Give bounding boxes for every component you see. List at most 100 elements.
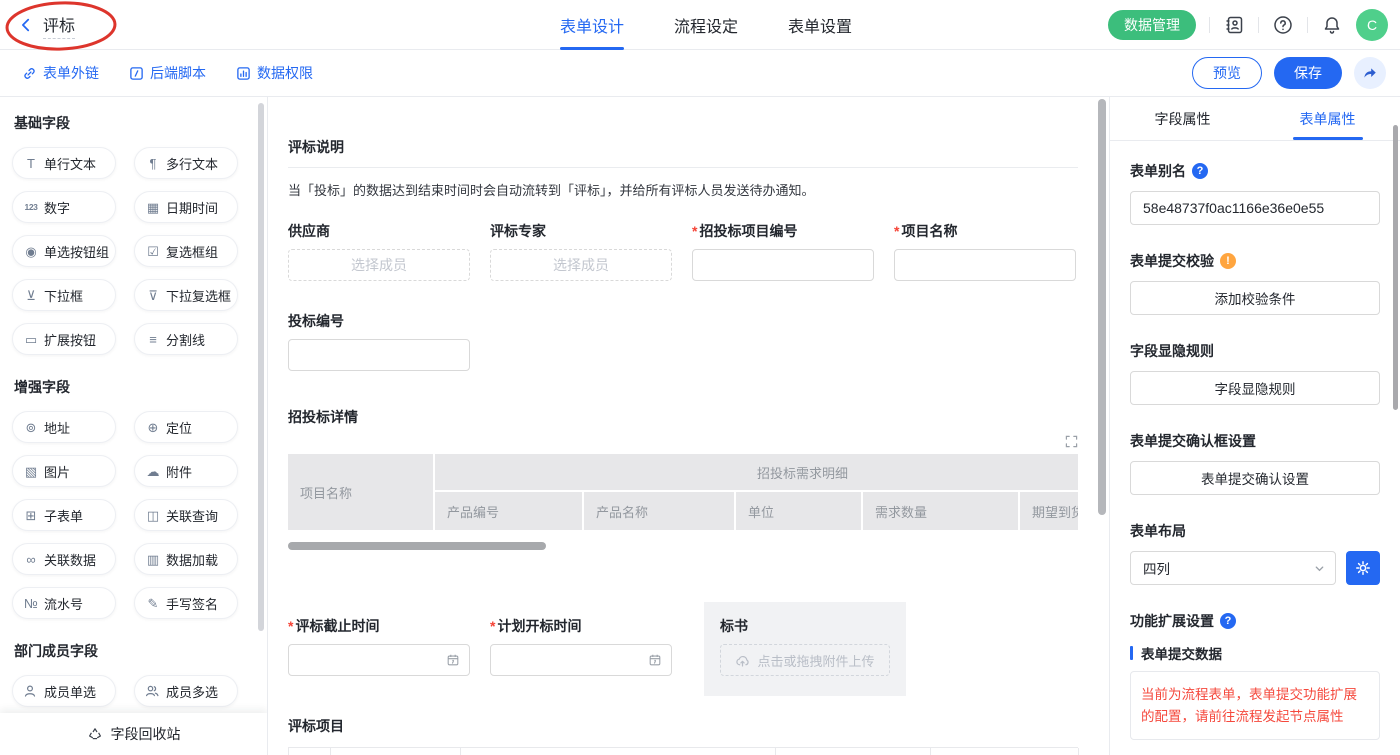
sidebar-scrollbar[interactable] (258, 103, 264, 631)
field-type-member-single[interactable]: 成员单选 (12, 675, 116, 707)
notification-bell-icon[interactable] (1321, 14, 1343, 36)
project-name-input[interactable] (894, 249, 1076, 281)
bid-no-input[interactable] (288, 339, 470, 371)
top-header: 评标 表单设计 流程设定 表单设置 数据管理 C (0, 0, 1400, 50)
field-type-address[interactable]: ⊚地址 (12, 411, 116, 443)
serial-number-icon: № (23, 597, 39, 610)
warning-badge-icon[interactable]: ! (1220, 253, 1236, 269)
pen-icon: ✎ (145, 597, 161, 610)
script-icon (129, 66, 144, 81)
field-type-checkbox-group[interactable]: ☑复选框组 (134, 235, 238, 267)
divider (1209, 17, 1210, 33)
chart-icon: ▥ (145, 553, 161, 566)
form-layout-select[interactable]: 四列 (1130, 551, 1336, 585)
data-manage-button[interactable]: 数据管理 (1108, 10, 1196, 40)
form-title[interactable]: 评标 (43, 12, 75, 39)
field-bid-expert[interactable]: 评标专家 选择成员 (490, 221, 672, 281)
preview-button[interactable]: 预览 (1192, 57, 1262, 89)
field-recycle-bin-button[interactable]: 字段回收站 (0, 713, 267, 755)
field-type-linked-query[interactable]: ◫关联查询 (134, 499, 238, 531)
field-open-bid-time[interactable]: 计划开标时间 (490, 616, 672, 676)
field-type-multi-line-text[interactable]: ¶多行文本 (134, 147, 238, 179)
data-permission-button[interactable]: 数据权限 (236, 63, 313, 83)
description-field-title[interactable]: 评标说明 (288, 137, 1078, 157)
field-type-serial-number[interactable]: №流水号 (12, 587, 116, 619)
field-type-datetime[interactable]: ▦日期时间 (134, 191, 238, 223)
field-type-signature[interactable]: ✎手写签名 (134, 587, 238, 619)
tab-form-design[interactable]: 表单设计 (560, 0, 624, 50)
score-table: 评估项 评分详情及标准 最高分 投标内容概述 (288, 747, 1078, 755)
calendar-icon (446, 653, 460, 667)
bid-deadline-input[interactable] (288, 644, 470, 676)
layout-settings-button[interactable] (1346, 551, 1380, 585)
field-type-location[interactable]: ⊕定位 (134, 411, 238, 443)
address-book-icon[interactable] (1223, 14, 1245, 36)
tab-field-properties[interactable]: 字段属性 (1110, 97, 1255, 140)
panel-scrollbar[interactable] (1393, 125, 1398, 410)
field-type-number[interactable]: 123数字 (12, 191, 116, 223)
group-extension-settings: 功能扩展设置 ? 表单提交数据 当前为流程表单，表单提交功能扩展的配置，请前往流… (1130, 611, 1380, 755)
field-type-image[interactable]: ▧图片 (12, 455, 116, 487)
header-actions: 数据管理 C (1108, 0, 1388, 50)
field-type-single-line-text[interactable]: T单行文本 (12, 147, 116, 179)
canvas-scrollbar[interactable] (1098, 99, 1106, 515)
tab-form-properties[interactable]: 表单属性 (1255, 97, 1400, 140)
field-visibility-rules-button[interactable]: 字段显隐规则 (1130, 371, 1380, 405)
field-type-multi-select[interactable]: ⊽下拉复选框 (134, 279, 238, 311)
tender-project-no-input[interactable] (692, 249, 874, 281)
field-project-name[interactable]: 项目名称 (894, 221, 1076, 281)
field-type-extend-button[interactable]: ▭扩展按钮 (12, 323, 116, 355)
expert-member-picker[interactable]: 选择成员 (490, 249, 672, 281)
cloud-icon: ☁ (145, 465, 161, 478)
subform-horizontal-scrollbar[interactable] (288, 542, 546, 550)
score-table-title[interactable]: 评标项目 (288, 716, 1078, 736)
share-button[interactable] (1354, 57, 1386, 89)
multi-select-icon: ⊽ (145, 289, 161, 302)
supplier-member-picker[interactable]: 选择成员 (288, 249, 470, 281)
subform-col-header: 单位 (736, 492, 861, 530)
data-permission-icon (236, 66, 251, 81)
submit-confirm-settings-button[interactable]: 表单提交确认设置 (1130, 461, 1380, 495)
field-type-subform[interactable]: ⊞子表单 (12, 499, 116, 531)
description-field-text[interactable]: 当「投标」的数据达到结束时间时会自动流转到「评标」，并给所有评标人员发送待办通知… (288, 180, 1078, 199)
field-tender-project-no[interactable]: 招投标项目编号 (692, 221, 874, 281)
subform-table: 项目名称 招投标需求明细 产品编号 产品名称 单位 需求数量 期望到货日期 (288, 454, 1078, 530)
field-type-radio-group[interactable]: ◉单选按钮组 (12, 235, 116, 267)
field-type-attachment[interactable]: ☁附件 (134, 455, 238, 487)
cloud-upload-icon (735, 653, 750, 668)
field-supplier[interactable]: 供应商 选择成员 (288, 221, 470, 281)
recycle-icon (87, 726, 103, 742)
field-type-linked-data[interactable]: ∞关联数据 (12, 543, 116, 575)
tab-form-setting[interactable]: 表单设置 (788, 0, 852, 50)
backend-script-button[interactable]: 后端脚本 (129, 63, 206, 83)
save-button[interactable]: 保存 (1274, 57, 1342, 89)
back-button[interactable]: 评标 (18, 0, 75, 50)
expand-icon[interactable] (1065, 435, 1078, 448)
back-chevron-icon (18, 17, 34, 33)
group-form-alias: 表单别名 ? (1130, 161, 1380, 225)
group-submit-confirm: 表单提交确认框设置 表单提交确认设置 (1130, 431, 1380, 495)
gear-icon (1355, 560, 1371, 576)
field-type-select[interactable]: ⊻下拉框 (12, 279, 116, 311)
help-icon[interactable] (1272, 14, 1294, 36)
field-bid-no[interactable]: 投标编号 (288, 311, 470, 371)
description-divider (288, 167, 1078, 168)
open-bid-time-input[interactable] (490, 644, 672, 676)
subform-col-header: 期望到货日期 (1020, 492, 1078, 530)
user-avatar[interactable]: C (1356, 9, 1388, 41)
field-type-member-multi[interactable]: 成员多选 (134, 675, 238, 707)
attachment-upload-button[interactable]: 点击或拖拽附件上传 (720, 644, 890, 676)
subform-title[interactable]: 招投标详情 (288, 407, 1078, 427)
field-bid-document-selected[interactable]: 标书 点击或拖拽附件上传 (704, 602, 906, 696)
help-badge-icon[interactable]: ? (1220, 613, 1236, 629)
field-type-divider[interactable]: ≡分割线 (134, 323, 238, 355)
form-alias-input[interactable] (1130, 191, 1380, 225)
form-external-link-button[interactable]: 表单外链 (22, 63, 99, 83)
tab-flow-setting[interactable]: 流程设定 (674, 0, 738, 50)
add-validation-button[interactable]: 添加校验条件 (1130, 281, 1380, 315)
basic-fields-grid: T单行文本 ¶多行文本 123数字 ▦日期时间 ◉单选按钮组 ☑复选框组 ⊻下拉… (12, 147, 255, 355)
help-badge-icon[interactable]: ? (1192, 163, 1208, 179)
field-bid-deadline[interactable]: 评标截止时间 (288, 616, 470, 676)
field-row-2: 投标编号 (288, 311, 1078, 371)
field-type-data-load[interactable]: ▥数据加载 (134, 543, 238, 575)
